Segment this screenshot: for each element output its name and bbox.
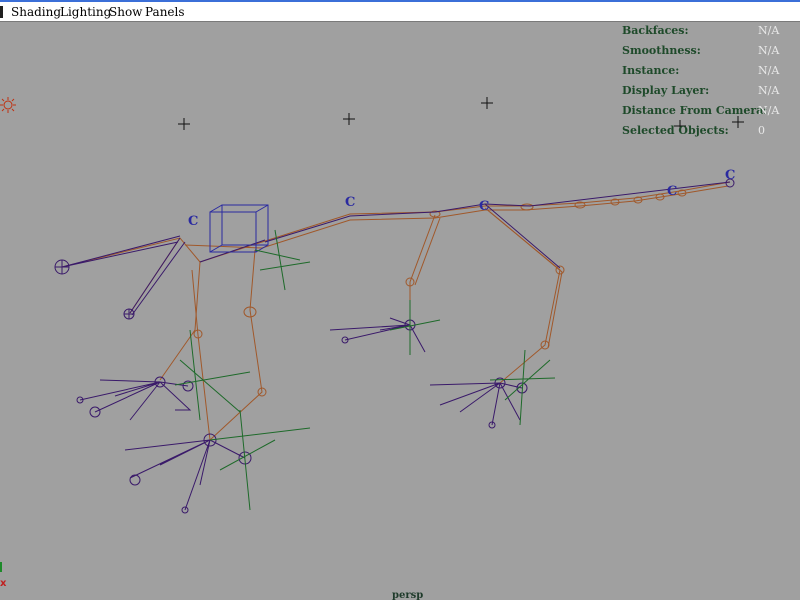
menu-shading[interactable]: Shading xyxy=(11,5,61,19)
perspective-viewport[interactable]: C C C C C Backfaces: N/A Smoothness: N/A… xyxy=(0,22,800,600)
hud-value-selected-objects: 0 xyxy=(758,124,765,137)
camera-locator-icon xyxy=(178,118,190,130)
mid-foot[interactable] xyxy=(329,317,426,353)
green-locators[interactable] xyxy=(174,229,556,511)
constraint-marker: C xyxy=(725,168,735,183)
hud-value-display-layer: N/A xyxy=(758,84,780,97)
axis-x-label: x xyxy=(0,578,7,589)
hud-value-backfaces: N/A xyxy=(758,24,780,37)
constraint-marker: C xyxy=(188,214,198,229)
spine-bones[interactable] xyxy=(61,181,731,441)
camera-locator-icon xyxy=(481,97,493,109)
constraint-marker: C xyxy=(345,195,355,210)
control-box[interactable] xyxy=(209,204,269,253)
menu-show[interactable]: Show xyxy=(109,5,142,19)
hud-value-instance: N/A xyxy=(758,64,780,77)
hud-label-instance: Instance: xyxy=(622,64,680,77)
camera-name-label: persp xyxy=(392,590,424,600)
hud-label-display-layer: Display Layer: xyxy=(622,84,710,97)
front-left-foot[interactable] xyxy=(76,376,194,421)
hud-label-selected-objects: Selected Objects: xyxy=(622,124,729,137)
hud-label-backfaces: Backfaces: xyxy=(622,24,689,37)
hud-label-smoothness: Smoothness: xyxy=(622,44,701,57)
axis-y-indicator xyxy=(0,562,2,572)
hind-foot[interactable] xyxy=(429,377,528,429)
camera-locator-icon xyxy=(732,116,744,128)
menu-panels[interactable]: Panels xyxy=(145,5,185,19)
end-joints[interactable] xyxy=(54,178,735,320)
hud-label-distance-from-camera: Distance From Camera: xyxy=(622,104,768,117)
front-right-foot[interactable] xyxy=(124,433,252,514)
viewport-menubar: Shading Lighting Show Panels xyxy=(0,0,800,22)
camera-locator-icon xyxy=(343,113,355,125)
constraint-marker: C xyxy=(667,184,677,199)
constraint-marker: C xyxy=(479,199,489,214)
hud-value-distance-from-camera: N/A xyxy=(758,104,780,117)
sun-light-icon[interactable] xyxy=(0,97,16,113)
hud-value-smoothness: N/A xyxy=(758,44,780,57)
menubar-edge xyxy=(0,6,3,18)
menu-lighting[interactable]: Lighting xyxy=(60,5,111,19)
